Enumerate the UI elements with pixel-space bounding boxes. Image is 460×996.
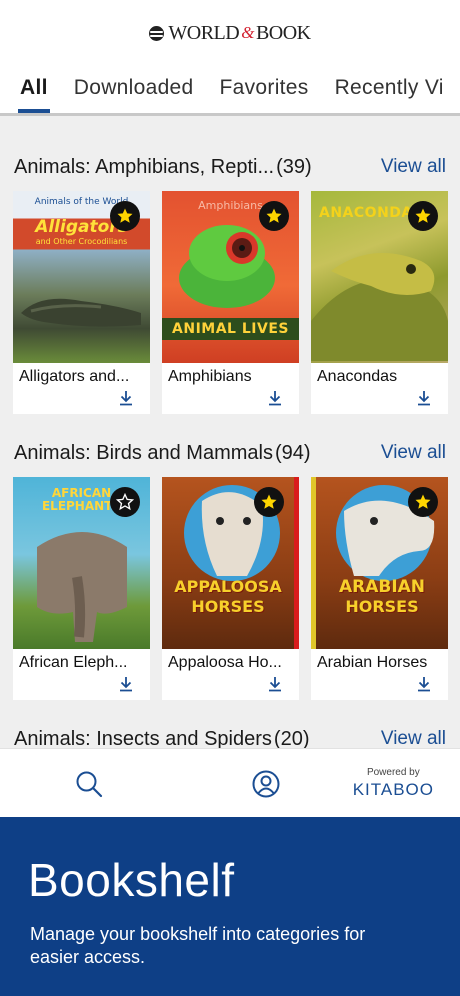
download-icon[interactable] — [416, 676, 432, 692]
section-header: Animals: Insects and Spiders (20) View a… — [14, 724, 446, 749]
view-all-link[interactable]: View all — [381, 728, 446, 748]
book-title: Amphibians — [168, 368, 252, 385]
star-filled-icon — [415, 208, 431, 223]
logo-ampersand: & — [241, 23, 254, 42]
book-card[interactable]: ARABIAN HORSES Arabian Horses — [311, 477, 448, 700]
section-title: Animals: Insects and Spiders — [14, 727, 272, 749]
book-cover[interactable]: APPALOOSA HORSES — [162, 477, 299, 649]
elephant-illustration — [37, 532, 127, 642]
profile-icon[interactable] — [251, 769, 281, 799]
book-card[interactable]: Amphibians ANIMAL LIVES Amphibians — [162, 191, 299, 414]
favorite-badge[interactable] — [254, 487, 284, 517]
section-title: Animals: Birds and Mammals — [14, 441, 273, 464]
powered-by: Powered by KITABOO — [353, 767, 434, 800]
section-title: Animals: Amphibians, Repti... — [14, 155, 275, 178]
tab-downloaded[interactable]: Downloaded — [74, 66, 194, 113]
favorite-badge[interactable] — [110, 201, 140, 231]
view-all-link[interactable]: View all — [381, 156, 446, 178]
book-cover[interactable]: Amphibians ANIMAL LIVES — [162, 191, 299, 363]
book-cover[interactable]: AFRICAN ELEPHANTS — [13, 477, 150, 649]
book-card[interactable]: ANACONDAS Anacondas — [311, 191, 448, 414]
tab-recently-viewed[interactable]: Recently Vi — [335, 66, 444, 113]
worldbook-logo: WORLD & BOOK — [149, 21, 311, 45]
section-header: Animals: Birds and Mammals (94) View all — [14, 438, 446, 468]
bottom-nav: Powered by KITABOO — [0, 748, 460, 817]
book-card[interactable]: APPALOOSA HORSES Appaloosa Ho... — [162, 477, 299, 700]
favorite-badge[interactable] — [408, 201, 438, 231]
download-icon[interactable] — [118, 676, 134, 692]
star-filled-icon — [117, 208, 133, 223]
download-icon[interactable] — [118, 390, 134, 406]
search-icon[interactable] — [74, 769, 104, 799]
book-cover[interactable]: ARABIAN HORSES — [311, 477, 448, 649]
star-outline-icon — [116, 493, 134, 511]
star-filled-icon — [266, 208, 282, 223]
favorite-badge[interactable] — [259, 201, 289, 231]
cover-title: APPALOOSA — [174, 577, 282, 596]
book-title: Arabian Horses — [317, 654, 428, 671]
tab-favorites[interactable]: Favorites — [220, 66, 309, 113]
favorite-badge[interactable] — [110, 487, 140, 517]
download-icon[interactable] — [416, 390, 432, 406]
logo-text-left: WORLD — [168, 21, 240, 44]
book-cover[interactable]: ANACONDAS — [311, 191, 448, 363]
cover-subtitle: HORSES — [191, 597, 265, 616]
book-cover[interactable]: Animals of the World Alligators and Othe… — [13, 191, 150, 363]
book-title: Appaloosa Ho... — [168, 654, 282, 671]
powered-by-label: Powered by — [366, 767, 420, 778]
section-count: (39) — [276, 155, 312, 178]
anaconda-illustration — [311, 253, 448, 361]
star-filled-icon — [415, 494, 431, 509]
star-filled-icon — [261, 494, 277, 509]
bookshelf-list[interactable]: Animals: Amphibians, Repti... (39) View … — [0, 116, 460, 748]
download-icon[interactable] — [267, 676, 283, 692]
tab-bar: All Downloaded Favorites Recently Vi — [0, 66, 460, 116]
cover-title: ANIMAL LIVES — [172, 321, 289, 337]
cover-subtitle: HORSES — [345, 597, 419, 616]
promo-description: Manage your bookshelf into categories fo… — [30, 924, 366, 967]
onboarding-promo: Bookshelf Manage your bookshelf into cat… — [0, 817, 460, 996]
book-card[interactable]: AFRICAN ELEPHANTS African Eleph... — [13, 477, 150, 700]
book-title: African Eleph... — [19, 654, 128, 671]
kitaboo-logo: KITABOO — [352, 780, 434, 799]
tab-all[interactable]: All — [18, 66, 50, 113]
promo-title: Bookshelf — [28, 854, 235, 906]
book-card[interactable]: Animals of the World Alligators and Othe… — [13, 191, 150, 414]
cover-subtitle: and Other Crocodilians — [35, 237, 128, 246]
section-header: Animals: Amphibians, Repti... (39) View … — [14, 152, 446, 182]
section-count: (20) — [273, 727, 310, 749]
logo-text-right: BOOK — [255, 21, 311, 44]
globe-icon — [149, 25, 165, 41]
download-icon[interactable] — [267, 390, 283, 406]
cover-title: ARABIAN — [338, 577, 426, 597]
section-count: (94) — [274, 441, 311, 464]
app-header: WORLD & BOOK — [0, 0, 460, 66]
favorite-badge[interactable] — [408, 487, 438, 517]
book-title: Anacondas — [317, 368, 398, 385]
view-all-link[interactable]: View all — [381, 442, 446, 464]
book-title: Alligators and... — [19, 368, 130, 385]
alligator-illustration — [21, 298, 141, 327]
